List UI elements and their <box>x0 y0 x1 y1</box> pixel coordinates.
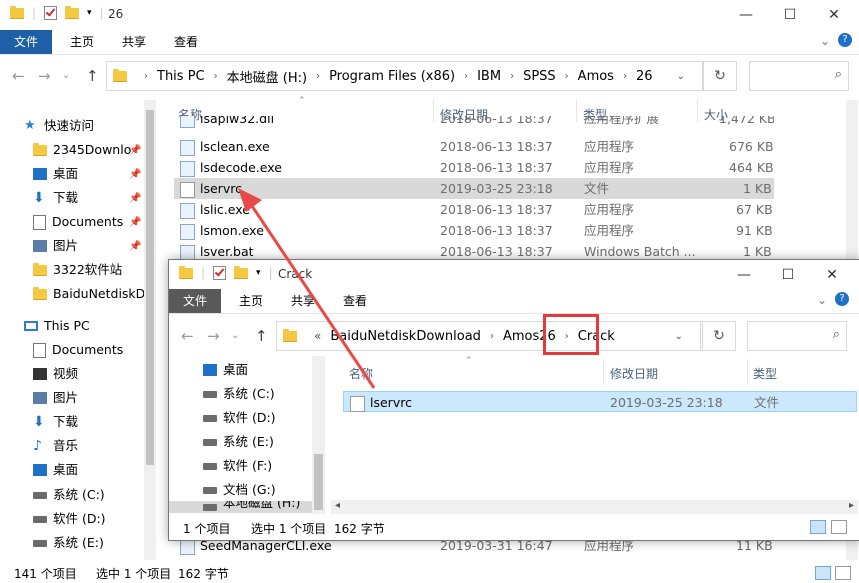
arrow-head <box>238 188 262 212</box>
annotation-arrow <box>238 188 376 389</box>
arrow-shaft <box>250 205 376 389</box>
